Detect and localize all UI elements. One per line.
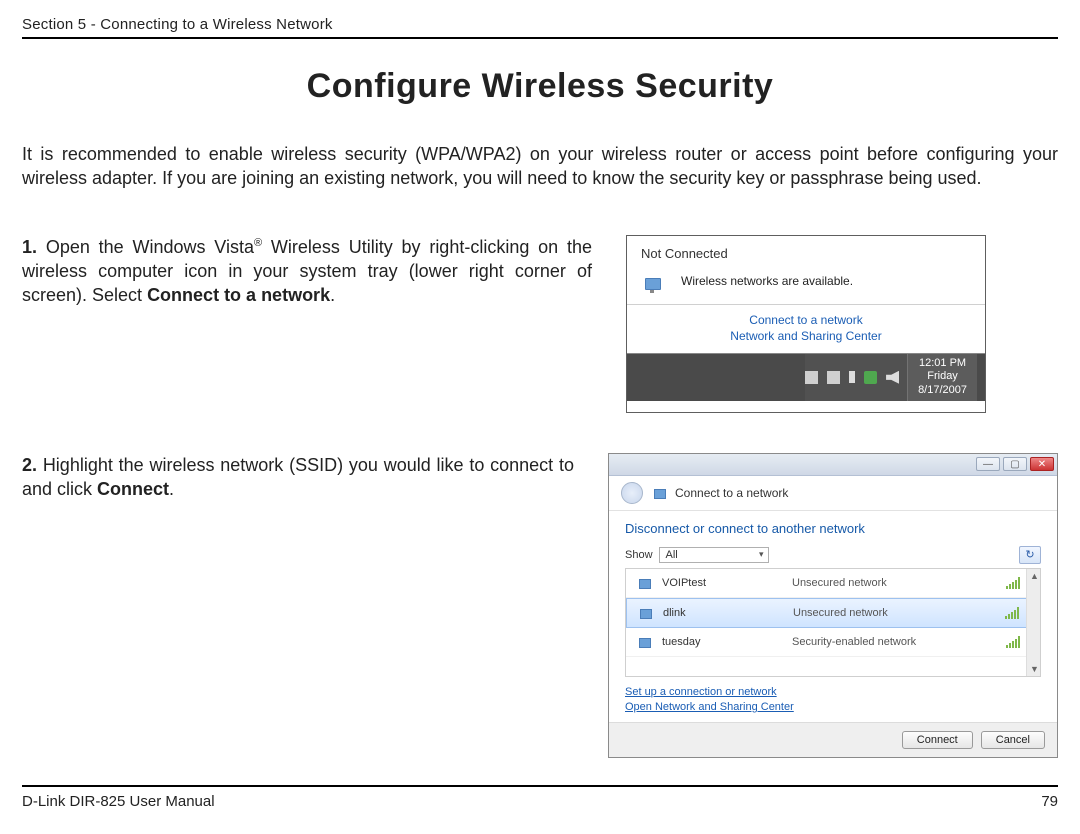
step-2-bold: Connect [97,479,169,499]
figure-connect-dialog: ― ▢ ✕ Connect to a network Disconnect or… [608,453,1058,758]
networks-available-label: Wireless networks are available. [681,274,853,290]
network-list[interactable]: VOIPtest Unsecured network dlink Unsecured … [625,568,1041,677]
clock-date: 8/17/2007 [918,384,967,398]
network-ssid: dlink [663,607,783,619]
clock-day: Friday [918,370,967,384]
dialog-subtitle: Disconnect or connect to another network [625,521,1041,536]
clock-time: 12:01 PM [918,357,967,371]
back-nav-icon[interactable] [621,482,643,504]
signal-strength-icon [1006,636,1020,648]
tray-icon[interactable] [805,371,818,384]
network-item-icon [637,605,653,621]
tray-icon[interactable] [827,371,840,384]
footer-page-number: 79 [1041,793,1058,810]
window-titlebar[interactable]: ― ▢ ✕ [609,454,1057,476]
step-2-text: 2. Highlight the wireless network (SSID)… [22,453,574,758]
system-tray: 12:01 PM Friday 8/17/2007 [627,353,985,401]
figure-tray-popup: Not Connected Wireless networks are avai… [626,235,986,413]
signal-strength-icon [1006,577,1020,589]
network-header-icon [651,485,667,501]
network-row[interactable]: tuesday Security-enabled network [626,628,1040,657]
section-header: Section 5 - Connecting to a Wireless Net… [22,16,1058,39]
network-security-type: Unsecured network [792,577,996,589]
step-1-number: 1. [22,237,37,257]
step-2-number: 2. [22,455,37,475]
minimize-button[interactable]: ― [976,457,1000,471]
network-item-icon [636,575,652,591]
network-sharing-center-link[interactable]: Network and Sharing Center [641,329,971,345]
open-sharing-center-link[interactable]: Open Network and Sharing Center [625,700,1041,715]
show-filter-dropdown[interactable]: All [659,547,769,563]
step-1-text: 1. Open the Windows Vista® Wireless Util… [22,235,592,413]
show-label: Show [625,549,653,561]
step-2-post: . [169,479,174,499]
setup-connection-link[interactable]: Set up a connection or network [625,685,1041,700]
step-1-bold: Connect to a network [147,285,330,305]
network-row[interactable]: VOIPtest Unsecured network [626,569,1040,598]
step-1-pre: Open the Windows Vista [46,237,254,257]
close-button[interactable]: ✕ [1030,457,1054,471]
connect-to-network-link[interactable]: Connect to a network [641,313,971,329]
network-security-type: Unsecured network [793,607,995,619]
tray-icon[interactable] [849,371,855,383]
network-row[interactable]: dlink Unsecured network [626,598,1040,628]
footer-manual-name: D-Link DIR-825 User Manual [22,793,215,810]
connect-button[interactable]: Connect [902,731,973,749]
network-item-icon [636,634,652,650]
signal-strength-icon [1005,607,1019,619]
system-clock[interactable]: 12:01 PM Friday 8/17/2007 [907,354,977,401]
network-ssid: VOIPtest [662,577,782,589]
tray-volume-icon[interactable] [886,371,899,384]
dialog-title: Connect to a network [675,486,788,500]
maximize-button[interactable]: ▢ [1003,457,1027,471]
wireless-computer-icon [641,268,671,294]
intro-paragraph: It is recommended to enable wireless sec… [22,142,1058,191]
not-connected-label: Not Connected [641,246,971,263]
refresh-button[interactable]: ↻ [1019,546,1041,564]
page-footer: D-Link DIR-825 User Manual 79 [22,785,1058,810]
cancel-button[interactable]: Cancel [981,731,1045,749]
step-1-row: 1. Open the Windows Vista® Wireless Util… [22,235,1058,413]
network-security-type: Security-enabled network [792,636,996,648]
step-2-row: 2. Highlight the wireless network (SSID)… [22,453,1058,758]
scrollbar[interactable] [1026,569,1040,676]
page-title: Configure Wireless Security [22,67,1058,106]
tray-network-icon[interactable] [864,371,877,384]
registered-mark: ® [254,237,262,249]
network-ssid: tuesday [662,636,782,648]
step-1-post: . [330,285,335,305]
